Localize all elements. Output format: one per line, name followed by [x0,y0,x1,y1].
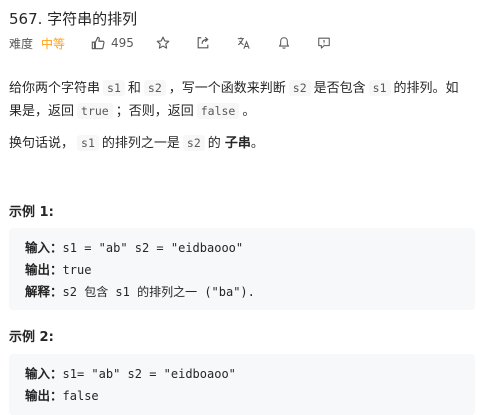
example-2-input-line: 输入：s1= "ab" s2 = "eidboaoo" [25,363,475,385]
desc-text: 是否包含 [313,81,366,96]
feedback-button[interactable] [317,36,331,50]
bold-term-substring: 子串 [224,136,251,151]
example-1-explain-line: 解释：s2 包含 s1 的排列之一 ("ba"). [25,281,475,303]
desc-text: 换句话说， [9,136,75,151]
subscribe-button[interactable] [277,36,291,50]
inline-code-s2: s2 [288,80,311,96]
inline-code-true: true [77,103,113,119]
favorite-button[interactable] [156,36,170,50]
inline-code-s2: s2 [143,80,166,96]
example-2-output-line: 输出：false [25,385,475,407]
problem-title: 567. 字符串的排列 [9,10,138,28]
example-2-title: 示例 2: [9,330,54,345]
share-button[interactable] [196,36,210,50]
example-1-code-block: 输入：s1 = "ab" s2 = "eidbaooo" 输出：true 解释：… [9,228,475,310]
input-key: 输入： [25,240,63,255]
feedback-icon [318,37,330,49]
example-1-output-line: 输出：true [25,259,475,281]
description-paragraph-1: 给你两个字符串 s1 和 s2 ，写一个函数来判断 s2 是否包含 s1 的排列。如 果是，返回 t… [9,77,475,123]
inline-code-s2: s2 [182,135,205,151]
inline-code-s1: s1 [77,135,99,151]
desc-text: ；否则，返回 [115,104,194,119]
like-button[interactable]: 495 [91,36,134,50]
translate-icon [237,37,250,49]
input-value: s1 = "ab" s2 = "eidbaooo" [62,241,244,255]
output-value: true [62,263,92,277]
output-key: 输出： [25,388,63,403]
explain-key: 解释： [25,284,63,299]
translate-button[interactable] [236,36,251,50]
like-count: 495 [111,36,134,50]
explain-value: s2 包含 s1 的排列之一 ("ba"). [62,285,255,299]
description-paragraph-2: 换句话说， s1 的排列之一是 s2 的 子串。 [9,132,475,155]
desc-text: 果是，返回 [9,104,75,119]
share-icon [197,36,209,49]
desc-text: 的排列之一是 [101,136,180,151]
example-1-title: 示例 1: [9,205,54,220]
desc-text: 的 [207,136,221,151]
desc-text: 的排列。如 [393,81,459,96]
inline-code-s1: s1 [368,80,391,96]
example-1-input-line: 输入：s1 = "ab" s2 = "eidbaooo" [25,237,475,259]
desc-text: ，写一个函数来判断 [168,81,286,96]
bell-icon [278,37,290,49]
example-2-code-block: 输入：s1= "ab" s2 = "eidboaoo" 输出：false [9,354,475,415]
output-key: 输出： [25,262,63,277]
input-value: s1= "ab" s2 = "eidboaoo" [62,367,236,381]
difficulty-badge: 中等 [41,36,66,51]
inline-code-false: false [196,103,240,119]
output-value: false [62,389,99,403]
desc-text: 。 [250,136,264,151]
desc-text: 给你两个字符串 [9,81,101,96]
difficulty-label: 难度 [9,36,34,51]
input-key: 输入： [25,366,63,381]
problem-meta-bar: 难度 中等 495 [9,34,357,52]
desc-text: 和 [127,81,141,96]
inline-code-s1: s1 [103,80,125,96]
star-icon [156,36,170,49]
thumbs-up-icon [91,36,105,50]
desc-text: 。 [242,104,256,119]
